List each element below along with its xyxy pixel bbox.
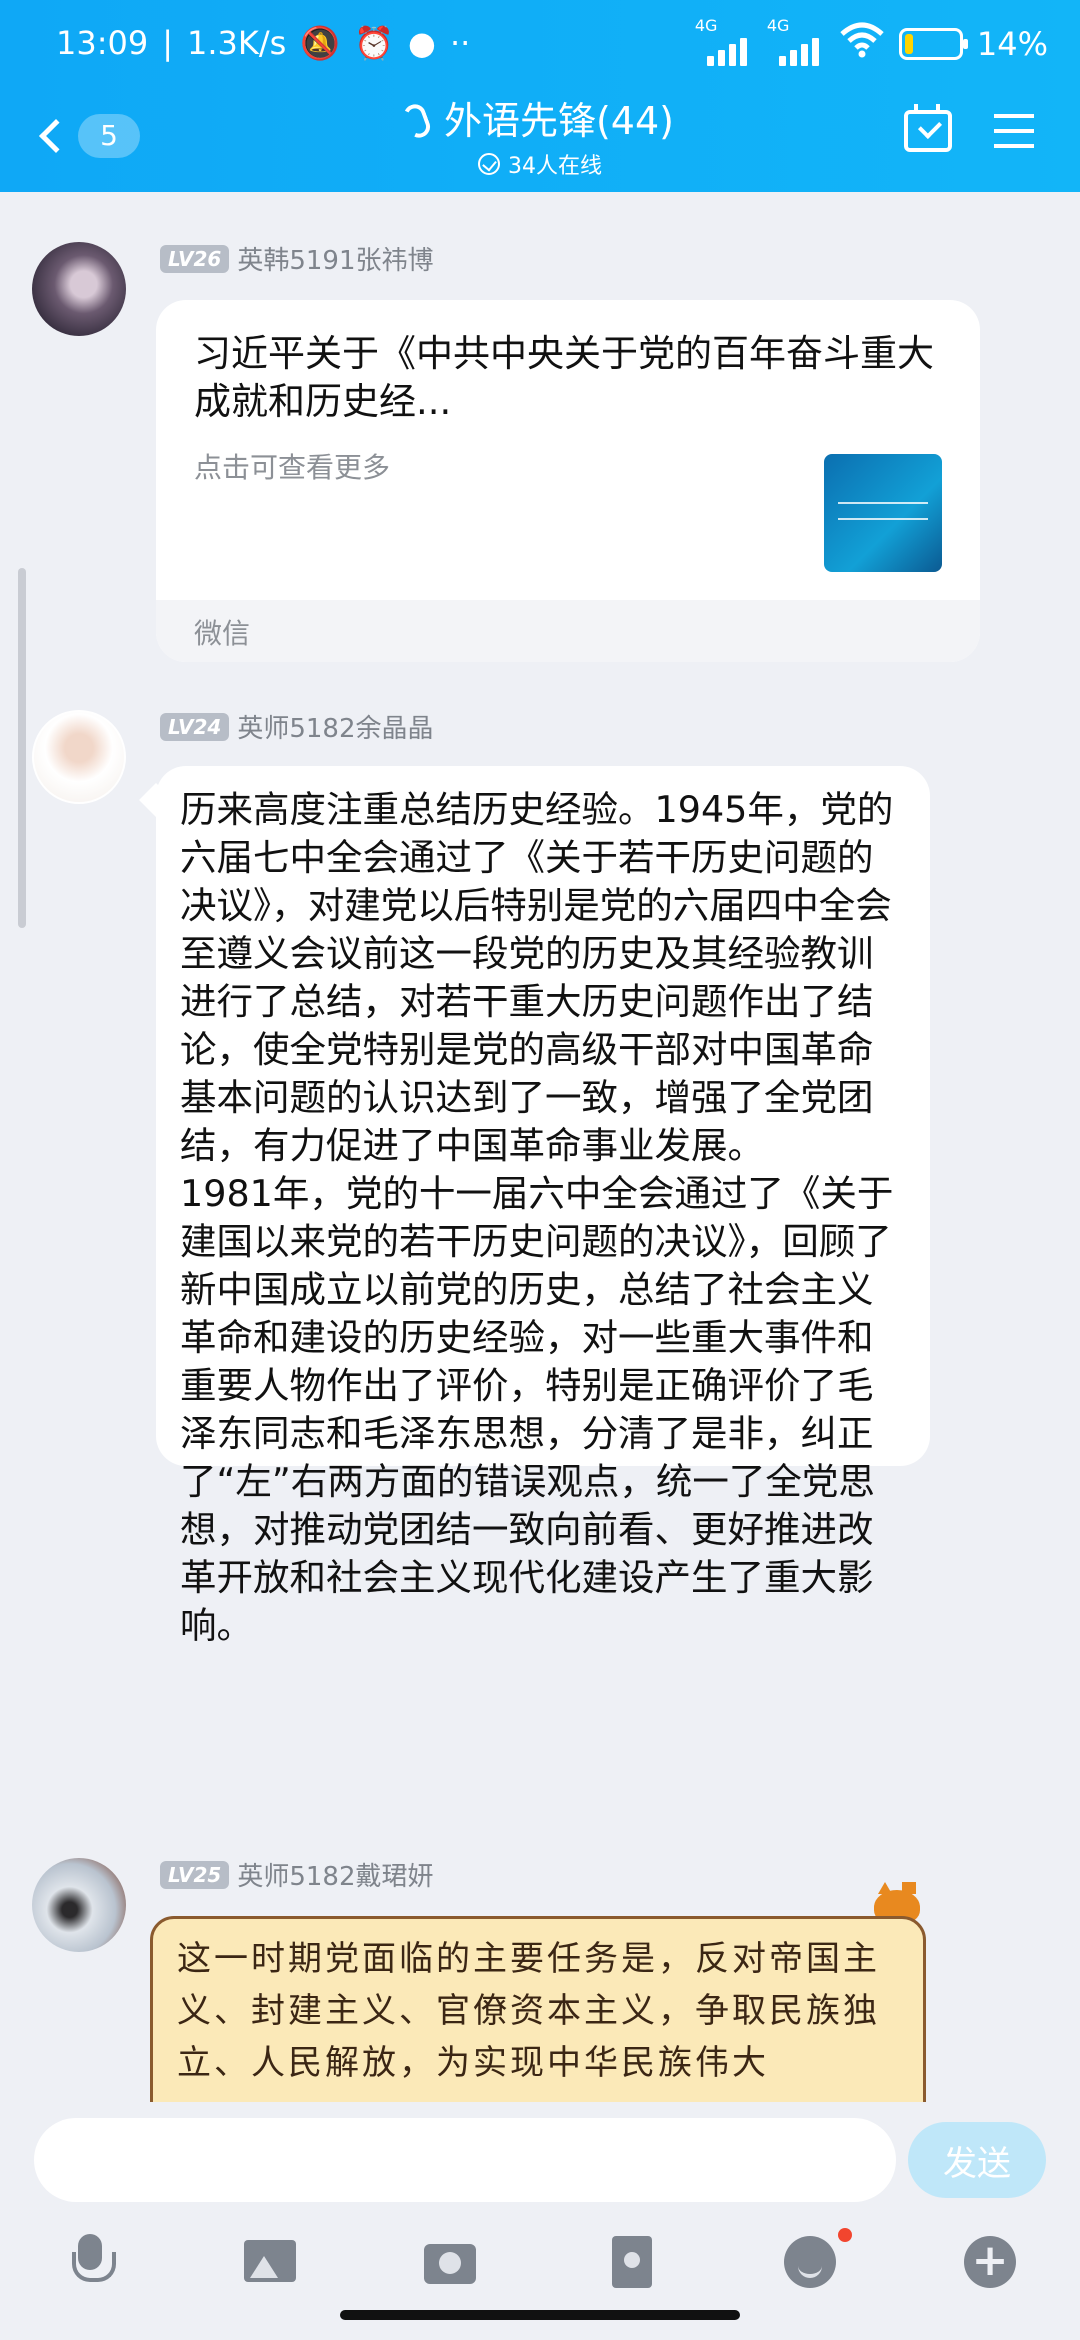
chat-messages[interactable]: LV26 英韩5191张祎博 习近平关于《中共中央关于党的百年奋斗重大成就和历史… xyxy=(0,192,1080,2102)
microphone-icon[interactable] xyxy=(62,2234,118,2290)
level-badge: LV25 xyxy=(160,1860,230,1889)
signal-icon-1: 4G xyxy=(695,16,753,66)
alarm-icon: ⏰ xyxy=(354,24,395,62)
status-right: 4G 4G 14% xyxy=(695,16,1048,66)
group-name: 外语先锋(44) xyxy=(443,99,674,143)
online-text: 34人在线 xyxy=(508,154,602,179)
status-divider: | xyxy=(162,24,173,62)
input-toolbar xyxy=(0,2228,1080,2298)
network-type-1: 4G xyxy=(694,16,718,35)
camera-icon[interactable] xyxy=(422,2234,478,2290)
chat-title-area[interactable]: 外语先锋(44) 34人在线 xyxy=(280,96,800,180)
image-icon[interactable] xyxy=(242,2234,298,2290)
sender-line: LV24 英师5182余晶晶 xyxy=(160,708,433,745)
battery-icon xyxy=(898,28,968,60)
unread-count-badge: 5 xyxy=(78,114,140,158)
input-bar: 发送 xyxy=(0,2102,1080,2340)
wechat-icon: ● xyxy=(408,24,436,62)
online-count: 34人在线 xyxy=(280,148,800,180)
status-bar: 13:09 | 1.3K/s 🔕 ⏰ ● ·· 4G 4G 14% xyxy=(0,0,1080,96)
avatar[interactable] xyxy=(32,710,126,804)
sender-line: LV26 英韩5191张祎博 xyxy=(160,240,433,277)
avatar[interactable] xyxy=(32,242,126,336)
scrollbar[interactable] xyxy=(18,568,26,928)
emoji-icon[interactable] xyxy=(782,2234,838,2290)
menu-icon[interactable] xyxy=(994,114,1034,148)
signal-icon-2: 4G xyxy=(767,16,825,66)
back-chevron-icon xyxy=(39,119,73,153)
status-left: 13:09 | 1.3K/s 🔕 ⏰ ● ·· xyxy=(56,24,470,62)
red-packet-icon[interactable] xyxy=(604,2234,660,2290)
battery-percent: 14% xyxy=(976,25,1048,63)
online-check-icon xyxy=(478,153,500,175)
back-button[interactable]: 5 xyxy=(30,108,142,164)
message-paragraph: 1981年，党的十一届六中全会通过了《关于建国以来党的若干历史问题的决议》，回顾… xyxy=(180,1172,894,1647)
shared-article-card[interactable]: 习近平关于《中共中央关于党的百年奋斗重大成就和历史经... 点击可查看更多 微信 xyxy=(156,300,980,662)
calendar-check-icon[interactable] xyxy=(904,104,952,152)
message-text: 这一时期党面临的主要任务是，反对帝国主义、封建主义、官僚资本主义，争取民族独立、… xyxy=(177,1939,880,2083)
battery-fill xyxy=(904,34,913,54)
message-paragraph: 历来高度注重总结历史经验。1945年，党的六届七中全会通过了《关于若干历史问题的… xyxy=(180,788,894,1167)
message-input[interactable] xyxy=(34,2118,896,2202)
title-bar: 5 外语先锋(44) 34人在线 xyxy=(0,96,1080,192)
avatar[interactable] xyxy=(32,1858,126,1952)
card-title: 习近平关于《中共中央关于党的百年奋斗重大成就和历史经... xyxy=(194,332,934,423)
network-type-2: 4G xyxy=(766,16,790,35)
card-thumbnail xyxy=(824,454,942,572)
status-speed: 1.3K/s xyxy=(187,24,287,62)
sender-name[interactable]: 英韩5191张祎博 xyxy=(237,240,433,277)
level-badge: LV26 xyxy=(160,244,230,273)
message-bubble[interactable]: 历来高度注重总结历史经验。1945年，党的六届七中全会通过了《关于若干历史问题的… xyxy=(156,766,930,1647)
sender-name[interactable]: 英师5182余晶晶 xyxy=(237,708,433,745)
chat-title: 外语先锋(44) xyxy=(400,96,674,146)
home-indicator[interactable] xyxy=(340,2310,740,2320)
card-source: 微信 xyxy=(194,617,251,650)
mute-bell-icon: 🔕 xyxy=(300,24,341,62)
ear-icon xyxy=(400,101,434,141)
notification-dot xyxy=(838,2228,852,2242)
sender-name[interactable]: 英师5182戴珺妍 xyxy=(237,1856,433,1893)
sender-line: LV25 英师5182戴珺妍 xyxy=(160,1856,433,1893)
card-footer: 微信 xyxy=(156,600,980,662)
plus-icon[interactable] xyxy=(962,2234,1018,2290)
send-button[interactable]: 发送 xyxy=(908,2122,1046,2198)
card-subtitle: 点击可查看更多 xyxy=(194,451,391,484)
wifi-icon xyxy=(839,22,885,66)
status-more: ·· xyxy=(449,24,471,62)
status-time: 13:09 xyxy=(56,24,149,62)
message-bubble-themed[interactable]: 这一时期党面临的主要任务是，反对帝国主义、封建主义、官僚资本主义，争取民族独立、… xyxy=(150,1916,926,2102)
level-badge: LV24 xyxy=(160,712,230,741)
top-header: 13:09 | 1.3K/s 🔕 ⏰ ● ·· 4G 4G 14% 5 外语先锋… xyxy=(0,0,1080,192)
